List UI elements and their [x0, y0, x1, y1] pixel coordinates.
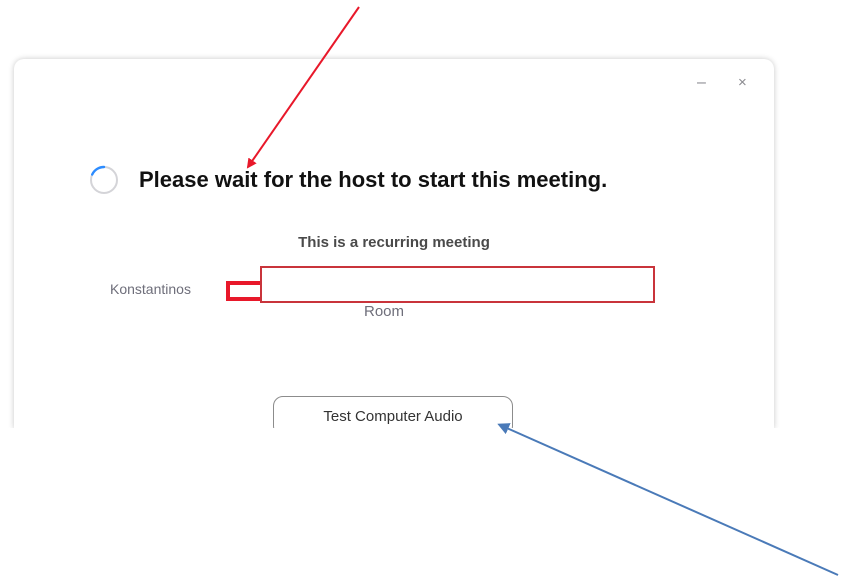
test-computer-audio-button[interactable]: Test Computer Audio	[273, 396, 513, 429]
room-label: Room	[363, 303, 404, 320]
heading-row: Please wait for the host to start this m…	[89, 162, 607, 198]
redaction-box-large	[260, 266, 655, 303]
page-title: Please wait for the host to start this m…	[139, 167, 608, 192]
recurring-meeting-label: This is a recurring meeting	[298, 234, 490, 251]
meeting-wait-dialog: – × Please wait for the host to start th…	[14, 59, 774, 429]
close-icon[interactable]: ×	[738, 75, 747, 91]
minimize-icon[interactable]: –	[697, 75, 706, 91]
cropped-area	[0, 428, 854, 583]
loading-spinner-icon	[90, 165, 118, 194]
redaction-box-small	[226, 281, 264, 301]
screenshot-stage: – × Please wait for the host to start th…	[0, 0, 854, 583]
host-name: Konstantinos	[110, 281, 191, 297]
